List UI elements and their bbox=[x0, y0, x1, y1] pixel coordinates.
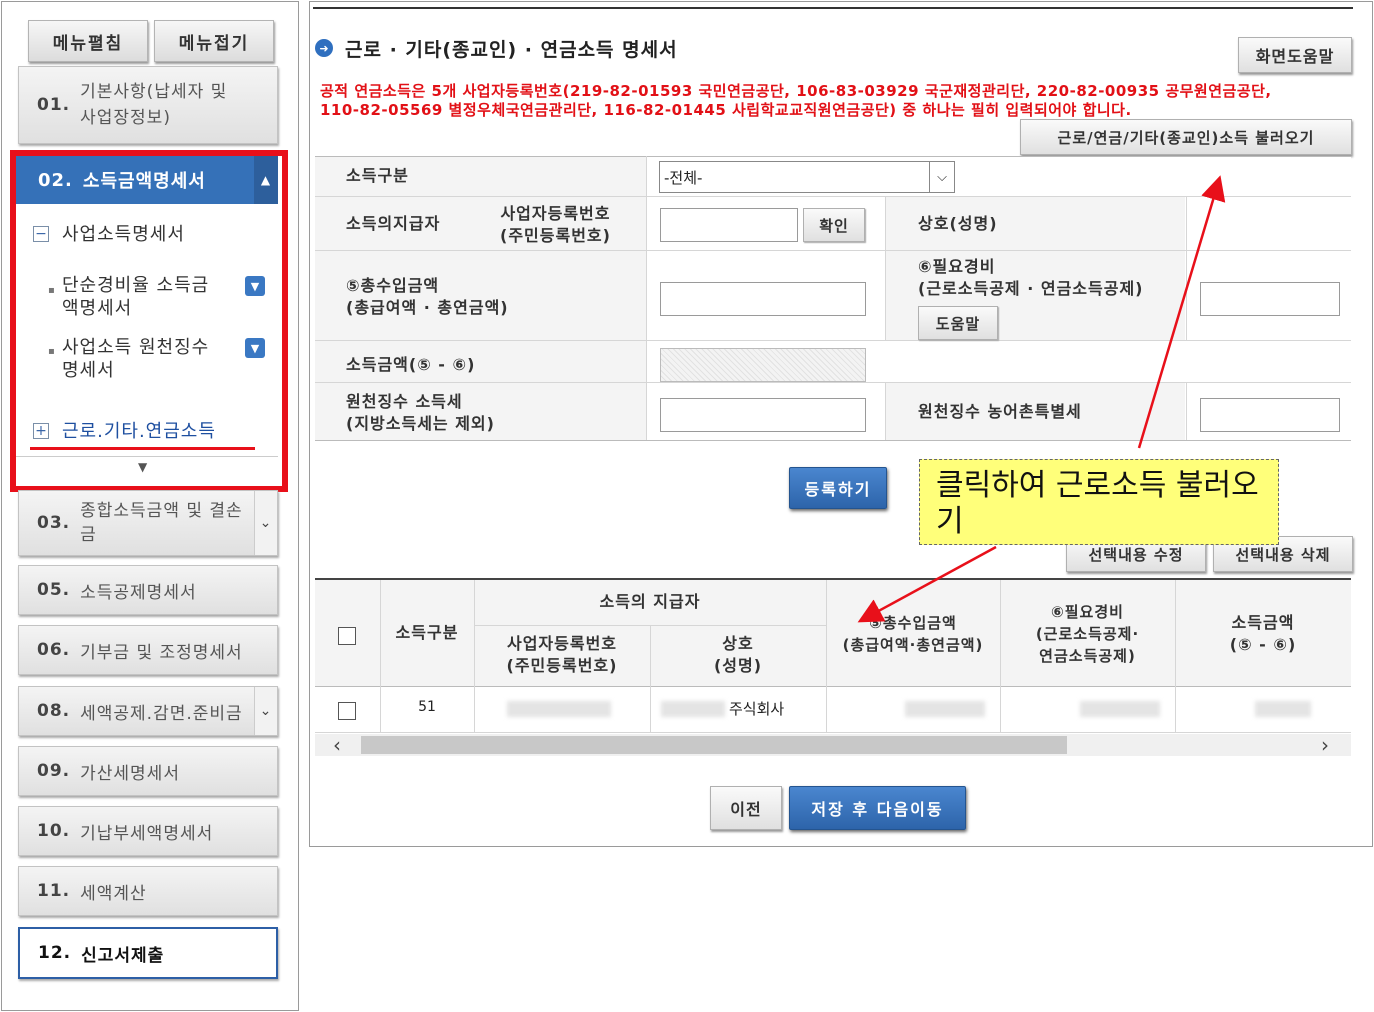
arrow-to-table bbox=[857, 545, 997, 623]
arrow-to-load-button bbox=[1137, 175, 1226, 449]
annotation-arrows bbox=[857, 175, 1226, 623]
